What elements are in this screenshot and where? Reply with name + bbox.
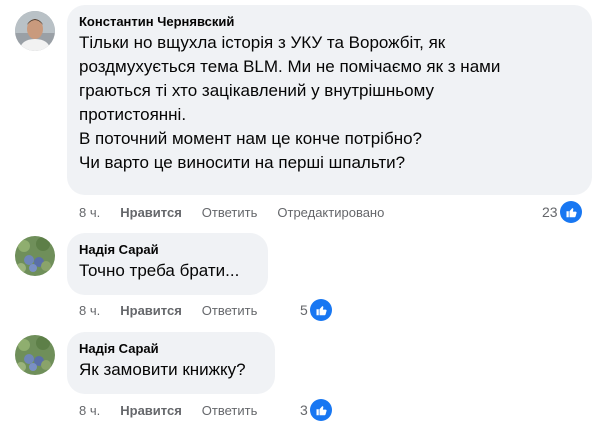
comment-author[interactable]: Надія Сарай [79, 241, 256, 258]
reply-button[interactable]: Ответить [202, 303, 258, 319]
comment-line: Точно треба брати... [79, 261, 240, 280]
reaction-number: 23 [542, 204, 558, 220]
like-icon [309, 299, 332, 321]
like-button[interactable]: Нравится [120, 303, 182, 319]
comment-line: протистоянні. [79, 105, 187, 124]
comment-line: В поточний момент нам це конче потрібно? [79, 129, 422, 148]
avatar[interactable] [15, 335, 55, 375]
comment-line: граються ті хто зацікавлений у внутрішнь… [79, 81, 434, 100]
comment-author[interactable]: Константин Чернявский [79, 13, 580, 30]
reaction-count[interactable]: 23 [542, 201, 582, 223]
comment-bubble: Надія Сарай Точно треба брати... [67, 233, 268, 295]
comment-line: Тільки но вщухла історія з УКУ та Ворожб… [79, 33, 446, 52]
avatar[interactable] [15, 236, 55, 276]
comment-actions: 8 ч. Нравится Ответить [79, 403, 257, 419]
like-icon [559, 201, 582, 223]
comment-time[interactable]: 8 ч. [79, 205, 100, 221]
comment-line: роздмухується тема BLM. Ми не помічаємо … [79, 57, 501, 76]
reaction-count[interactable]: 3 [300, 399, 332, 421]
comment-time[interactable]: 8 ч. [79, 303, 100, 319]
avatar[interactable] [15, 11, 55, 51]
comment-text: Як замовити книжку? [79, 358, 263, 382]
edited-label[interactable]: Отредактировано [277, 205, 384, 221]
comment-author[interactable]: Надія Сарай [79, 340, 263, 357]
reaction-number: 5 [300, 302, 308, 318]
reaction-number: 3 [300, 402, 308, 418]
comment-bubble: Константин Чернявский Тільки но вщухла і… [67, 5, 592, 195]
comment-text: Тільки но вщухла історія з УКУ та Ворожб… [79, 31, 580, 175]
comment-time[interactable]: 8 ч. [79, 403, 100, 419]
reply-button[interactable]: Ответить [202, 403, 258, 419]
reaction-count[interactable]: 5 [300, 299, 332, 321]
like-icon [309, 399, 332, 421]
like-button[interactable]: Нравится [120, 403, 182, 419]
comment-bubble: Надія Сарай Як замовити книжку? [67, 332, 275, 394]
like-button[interactable]: Нравится [120, 205, 182, 221]
comment-actions: 8 ч. Нравится Ответить [79, 303, 257, 319]
comment-line: Чи варто це виносити на перші шпальти? [79, 153, 406, 172]
comment-line: Як замовити книжку? [79, 360, 246, 379]
reply-button[interactable]: Ответить [202, 205, 258, 221]
comment-text: Точно треба брати... [79, 259, 256, 283]
comment-actions: 8 ч. Нравится Ответить Отредактировано [79, 205, 384, 221]
